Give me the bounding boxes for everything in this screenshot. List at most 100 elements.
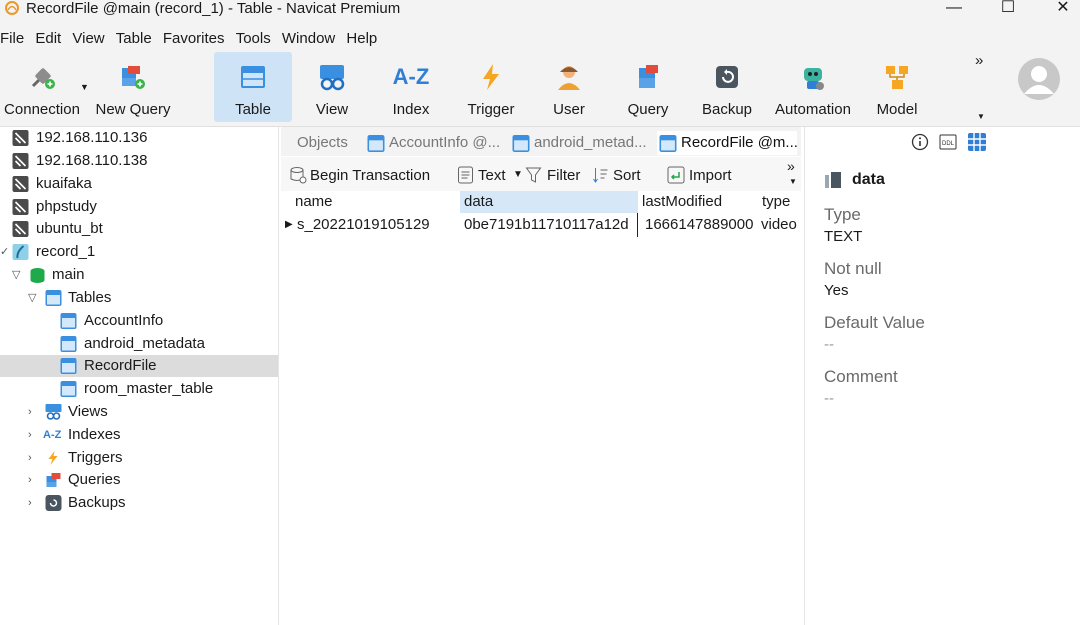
backup-button[interactable]: Backup	[692, 52, 762, 122]
table-cell[interactable]: video	[761, 213, 801, 237]
user-label: User	[553, 101, 585, 118]
field-grid-icon[interactable]	[967, 132, 987, 152]
chevron-right-icon[interactable]: ›	[28, 447, 32, 469]
avatar[interactable]	[1018, 58, 1060, 100]
table-icon	[45, 290, 62, 306]
tab-android-metadata[interactable]: android_metad...	[510, 131, 653, 155]
import-icon	[667, 166, 685, 184]
menu-view[interactable]: View	[72, 26, 104, 52]
not-null-value: Yes	[824, 282, 849, 299]
tables-folder[interactable]: ▽ Tables	[0, 287, 278, 309]
model-button[interactable]: Model	[862, 52, 932, 122]
connection-icon	[12, 221, 29, 237]
connection-icon	[12, 153, 29, 169]
info-icon[interactable]	[911, 133, 929, 151]
tab-bar: Objects AccountInfo @... android_metad..…	[281, 127, 801, 156]
chevron-down-icon[interactable]: ▼	[977, 112, 985, 121]
backup-icon	[716, 66, 738, 88]
index-icon: A-Z	[392, 64, 430, 89]
user-button[interactable]: User	[534, 52, 604, 122]
backups-folder[interactable]: › Backups	[0, 492, 278, 514]
connection-tree: 192.168.110.136 192.168.110.138 kuaifaka…	[0, 127, 279, 625]
views-folder[interactable]: › Views	[0, 401, 278, 423]
query-icon	[639, 65, 658, 88]
trigger-button[interactable]: Trigger	[456, 52, 526, 122]
user-icon	[558, 66, 580, 90]
chevron-down-icon[interactable]: ▽	[28, 287, 36, 309]
default-value-label: Default Value	[824, 313, 925, 332]
table-button[interactable]: Table	[214, 52, 292, 122]
chevron-down-icon[interactable]: ▽	[12, 264, 20, 286]
connection-item[interactable]: phpstudy	[0, 196, 278, 218]
menu-file[interactable]: File	[0, 26, 24, 52]
connection-item-record-1[interactable]: ✓ record_1	[0, 241, 278, 263]
comment-value: --	[824, 390, 834, 407]
sqlite-connection-icon	[12, 244, 29, 260]
table-item-android-metadata[interactable]: android_metadata	[0, 333, 278, 355]
connection-button[interactable]: Connection ▼	[0, 52, 89, 122]
menu-tools[interactable]: Tools	[236, 26, 271, 52]
filter-icon	[525, 167, 542, 183]
toolbar-more-button[interactable]: »	[975, 52, 983, 69]
table-icon	[512, 135, 530, 152]
view-button[interactable]: View	[296, 52, 368, 122]
connection-item[interactable]: ubuntu_bt	[0, 218, 278, 240]
chevron-right-icon[interactable]: ›	[28, 469, 32, 491]
menu-help[interactable]: Help	[346, 26, 377, 52]
connection-item[interactable]: kuaifaka	[0, 173, 278, 195]
chevron-right-icon[interactable]: ›	[28, 424, 32, 446]
tab-objects[interactable]: Objects	[297, 131, 348, 155]
column-icon	[825, 172, 841, 188]
queries-folder[interactable]: › Queries	[0, 469, 278, 491]
new-query-button[interactable]: New Query	[92, 52, 174, 122]
connection-item[interactable]: 192.168.110.136	[0, 127, 278, 149]
connection-icon	[12, 130, 29, 146]
table-item-room-master-table[interactable]: room_master_table	[0, 378, 278, 400]
tab-recordfile[interactable]: RecordFile @m...	[657, 131, 798, 155]
maximize-button[interactable]: ☐	[985, 0, 1031, 20]
column-header-data[interactable]: data	[460, 191, 638, 213]
table-icon	[659, 135, 677, 152]
object-toolbar-more-button[interactable]: »	[787, 158, 795, 174]
connection-item[interactable]: 192.168.110.138	[0, 150, 278, 172]
menu-table[interactable]: Table	[116, 26, 152, 52]
menu-window[interactable]: Window	[282, 26, 335, 52]
table-cell[interactable]: s_20221019105129	[297, 213, 460, 237]
backup-icon	[45, 495, 62, 511]
indexes-folder[interactable]: › A-Z Indexes	[0, 424, 278, 446]
chevron-down-icon[interactable]: ▼	[789, 177, 797, 186]
navicat-logo-icon	[5, 1, 19, 15]
text-icon	[458, 166, 473, 184]
column-header-type[interactable]: type	[758, 191, 801, 213]
table-item-accountinfo[interactable]: AccountInfo	[0, 310, 278, 332]
ddl-icon[interactable]: DDL	[939, 134, 957, 150]
database-item-main[interactable]: ▽ main	[0, 264, 278, 286]
column-header-lastmodified[interactable]: lastModified	[638, 191, 758, 213]
table-cell[interactable]: 1666147889000	[645, 213, 758, 237]
chevron-down-icon[interactable]: ✓	[0, 241, 9, 263]
menu-favorites[interactable]: Favorites	[163, 26, 225, 52]
triggers-folder[interactable]: › Triggers	[0, 447, 278, 469]
table-item-recordfile[interactable]: RecordFile	[0, 355, 278, 377]
menu-edit[interactable]: Edit	[35, 26, 61, 52]
column-header-name[interactable]: name	[291, 191, 460, 213]
backup-label: Backup	[701, 101, 753, 118]
close-button[interactable]: ✕	[1040, 0, 1080, 20]
minimize-button[interactable]: —	[931, 0, 977, 20]
view-icon	[45, 404, 62, 420]
query-button[interactable]: Query	[612, 52, 684, 122]
index-button[interactable]: A-Z Index	[376, 52, 446, 122]
automation-button[interactable]: Automation	[768, 52, 858, 122]
not-null-label: Not null	[824, 259, 882, 278]
model-label: Model	[876, 101, 918, 118]
table-cell[interactable]: 0be7191b11710117a12d	[464, 213, 638, 237]
plug-icon	[31, 68, 55, 89]
default-value: --	[824, 336, 834, 353]
title-bar: RecordFile @main (record_1) - Table - Na…	[0, 0, 1080, 26]
chevron-right-icon[interactable]: ›	[28, 492, 32, 514]
view-label: View	[315, 101, 349, 118]
query-icon	[46, 473, 61, 487]
chevron-right-icon[interactable]: ›	[28, 401, 32, 423]
tab-accountinfo[interactable]: AccountInfo @...	[365, 131, 505, 155]
connection-label: Connection	[4, 101, 80, 118]
